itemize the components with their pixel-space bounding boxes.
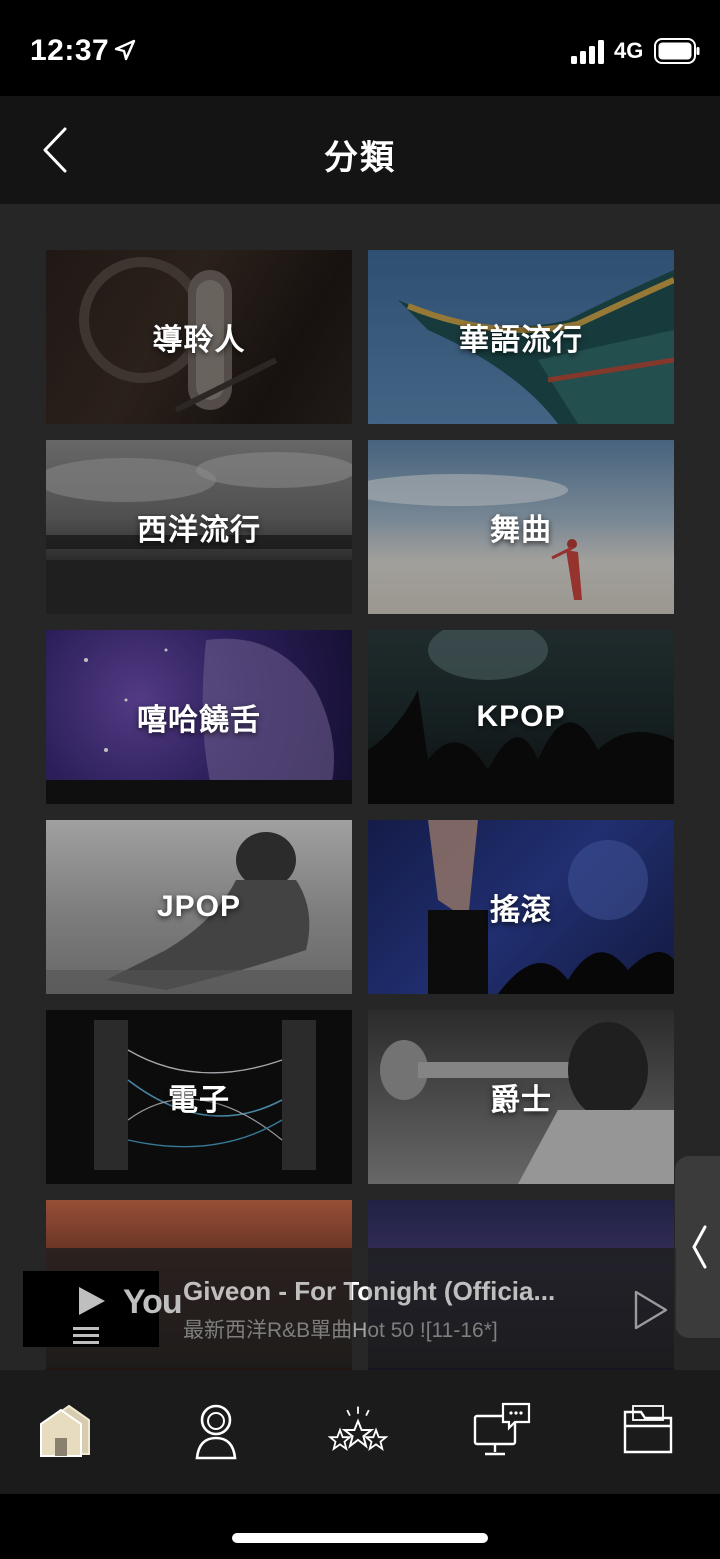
category-tile-hiphop[interactable]: 嘻哈饒舌 <box>46 630 352 804</box>
tile-overlay <box>46 1200 352 1370</box>
nav-rankings[interactable] <box>322 1398 394 1462</box>
category-tile-more-2[interactable] <box>368 1200 674 1370</box>
category-label: 電子 <box>168 1084 230 1117</box>
category-label: KPOP <box>476 700 566 733</box>
chevron-left-icon <box>692 1225 707 1269</box>
rankings-stars-icon <box>327 1406 389 1452</box>
profile-icon <box>195 1404 237 1460</box>
folder-icon <box>623 1405 673 1454</box>
tile-overlay <box>368 1200 674 1370</box>
home-indicator[interactable] <box>232 1533 488 1543</box>
nav-folder[interactable] <box>612 1398 684 1462</box>
bottom-navigation <box>0 1370 720 1494</box>
category-tile-host[interactable]: 導聆人 <box>46 250 352 424</box>
category-tile-mandopop[interactable]: 華語流行 <box>368 250 674 424</box>
nav-profile[interactable] <box>180 1398 252 1462</box>
category-content: 導聆人 華語流行 西洋流行 舞曲 嘻哈饒舌 KPOP JPOP 搖滾 電子 爵士 <box>0 204 720 1370</box>
signal-icon <box>571 40 604 64</box>
chat-monitor-icon <box>473 1402 531 1456</box>
status-time: 12:37 <box>30 34 110 67</box>
category-tile-western-pop[interactable]: 西洋流行 <box>46 440 352 614</box>
nav-messages[interactable] <box>466 1398 538 1462</box>
page-title: 分類 <box>324 139 396 177</box>
battery-icon <box>654 38 700 64</box>
category-label: 爵士 <box>490 1084 552 1117</box>
category-label: 華語流行 <box>459 324 583 357</box>
category-label: 嘻哈饒舌 <box>137 704 261 737</box>
category-tile-dance[interactable]: 舞曲 <box>368 440 674 614</box>
status-bar: 12:37 4G <box>0 0 720 96</box>
category-tile-rock[interactable]: 搖滾 <box>368 820 674 994</box>
header-bar: 分類 <box>0 96 720 204</box>
category-label: 舞曲 <box>490 514 552 547</box>
category-label: 導聆人 <box>152 324 246 357</box>
category-label: 西洋流行 <box>137 514 261 547</box>
nav-home[interactable] <box>34 1398 106 1462</box>
category-label: 搖滾 <box>490 894 552 927</box>
location-arrow-icon <box>114 39 136 61</box>
network-type: 4G <box>614 38 644 63</box>
category-tile-electronic[interactable]: 電子 <box>46 1010 352 1184</box>
category-tile-jpop[interactable]: JPOP <box>46 820 352 994</box>
category-tile-jazz[interactable]: 爵士 <box>368 1010 674 1184</box>
home-icon <box>40 1404 90 1457</box>
category-tile-kpop[interactable]: KPOP <box>368 630 674 804</box>
category-tile-more-1[interactable] <box>46 1200 352 1370</box>
side-drawer-handle[interactable] <box>675 1156 720 1338</box>
category-label: JPOP <box>156 890 242 923</box>
